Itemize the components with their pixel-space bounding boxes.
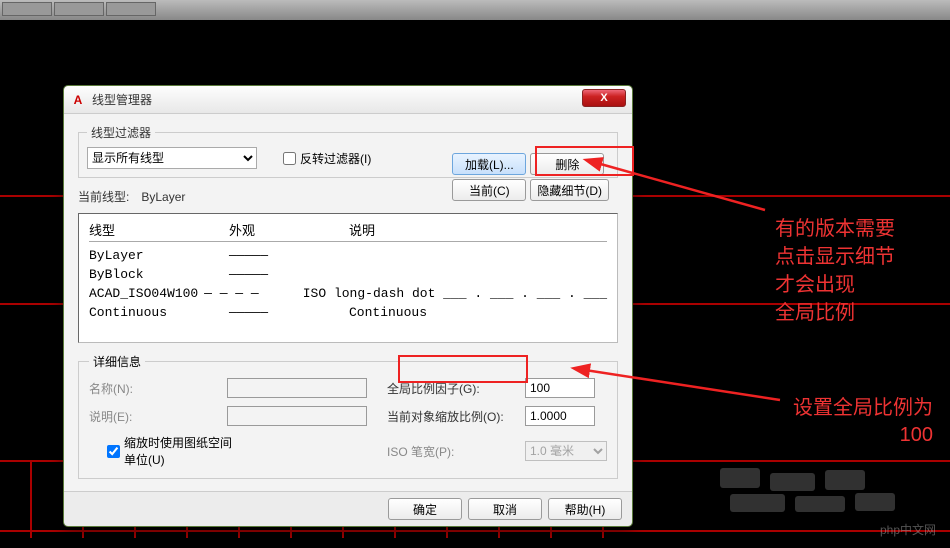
- name-input: [227, 378, 367, 398]
- highlight-rect-global-scale: [398, 355, 528, 383]
- linetype-row: ACAD_ISO04W100— — — —ISO long-dash dot _…: [89, 284, 607, 303]
- watermark: php中文网: [874, 519, 942, 540]
- annotation-1: 有的版本需要 点击显示细节 才会出现 全局比例: [775, 215, 895, 327]
- iso-pen-select: 1.0 毫米: [525, 441, 607, 461]
- details-group-label: 详细信息: [89, 353, 145, 370]
- dialog-title: 线型管理器: [92, 91, 152, 108]
- cancel-button[interactable]: 取消: [468, 498, 542, 520]
- desc-input: [227, 406, 367, 426]
- invert-filter-checkbox-wrap[interactable]: 反转过滤器(I): [283, 150, 371, 167]
- col-header-desc: 说明: [349, 220, 607, 239]
- filter-group-label: 线型过滤器: [87, 124, 155, 141]
- help-button[interactable]: 帮助(H): [548, 498, 622, 520]
- linetype-list[interactable]: 线型 外观 说明 ByLayer————— ByBlock————— ACAD_…: [78, 213, 618, 343]
- blur-overlay: [720, 468, 900, 518]
- linetype-filter-dropdown[interactable]: 显示所有线型: [87, 147, 257, 169]
- invert-filter-label: 反转过滤器(I): [300, 150, 371, 167]
- top-toolbar-strip: [0, 0, 950, 20]
- use-paperspace-checkbox[interactable]: [107, 445, 120, 458]
- ok-button[interactable]: 确定: [388, 498, 462, 520]
- close-icon[interactable]: X: [582, 89, 626, 107]
- use-paperspace-label: 缩放时使用图纸空间单位(U): [124, 434, 237, 468]
- col-header-name: 线型: [89, 220, 229, 239]
- col-header-appearance: 外观: [229, 220, 349, 239]
- linetype-row: ByLayer—————: [89, 246, 607, 265]
- desc-label: 说明(E):: [89, 408, 219, 425]
- arrow-to-hide-details: [575, 155, 775, 225]
- current-linetype-label: 当前线型:: [78, 188, 129, 205]
- linetype-row: ByBlock—————: [89, 265, 607, 284]
- linetype-row: Continuous—————Continuous: [89, 303, 607, 322]
- name-label: 名称(N):: [89, 380, 219, 397]
- current-button[interactable]: 当前(C): [452, 179, 526, 201]
- current-linetype-value: ByLayer: [141, 190, 185, 204]
- iso-pen-label: ISO 笔宽(P):: [387, 443, 517, 460]
- object-scale-label: 当前对象缩放比例(O):: [387, 408, 517, 425]
- invert-filter-checkbox[interactable]: [283, 152, 296, 165]
- app-icon: A: [70, 92, 86, 108]
- use-paperspace-checkbox-wrap[interactable]: 缩放时使用图纸空间单位(U): [107, 434, 237, 468]
- annotation-2: 设置全局比例为 100: [768, 395, 933, 449]
- arrow-to-global-scale: [570, 360, 790, 410]
- load-button[interactable]: 加载(L)...: [452, 153, 526, 175]
- dialog-titlebar[interactable]: A 线型管理器 X: [64, 86, 632, 114]
